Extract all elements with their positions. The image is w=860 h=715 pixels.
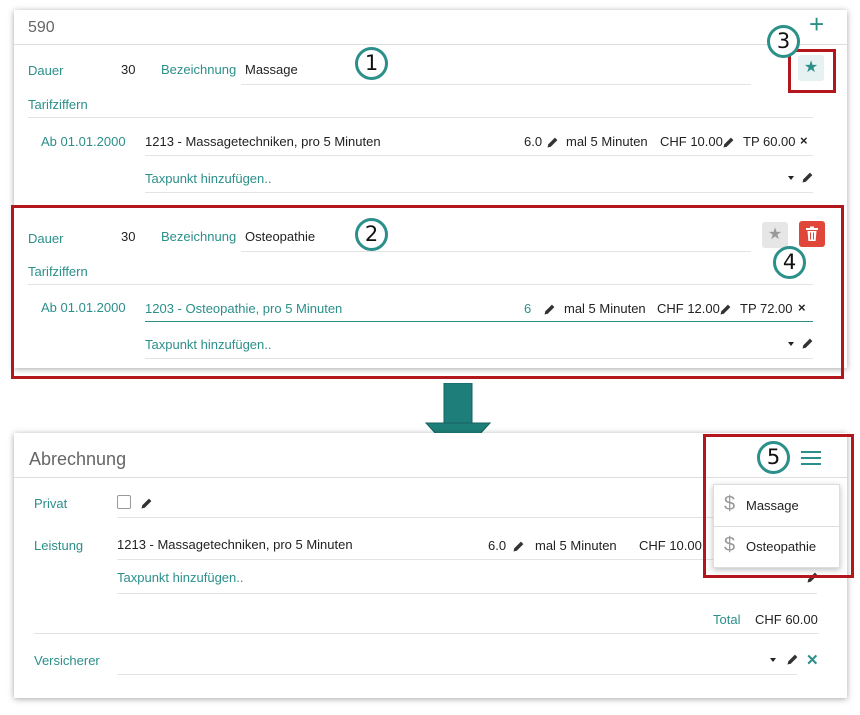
versicherer-label: Versicherer [34, 653, 100, 668]
tarif-underline-1 [145, 155, 813, 156]
leistung-unit: mal 5 Minuten [535, 538, 617, 553]
bezeichnung-input-1[interactable]: Massage [245, 62, 298, 77]
step-badge-5: 5 [757, 441, 790, 474]
highlight-favorite [788, 49, 836, 93]
tarifziffern-divider-1 [28, 117, 813, 118]
bezeichnung-label-1: Bezeichnung [161, 62, 237, 77]
record-id: 590 [28, 19, 55, 36]
valid-from-1: Ab 01.01.2000 [41, 134, 126, 149]
privat-checkbox[interactable] [117, 495, 131, 509]
pencil-icon[interactable] [512, 540, 525, 553]
dropdown-caret-icon[interactable] [770, 658, 776, 662]
dropdown-caret-icon[interactable] [788, 176, 794, 180]
pencil-icon[interactable] [140, 497, 153, 510]
leistung-quantity[interactable]: 6.0 [488, 538, 506, 553]
dauer-input-1[interactable]: 30 [121, 62, 135, 77]
taxpunkt-input-billing[interactable]: Taxpunkt hinzufügen.. [117, 570, 243, 585]
step-badge-1: 1 [355, 47, 388, 80]
total-value: CHF 60.00 [755, 612, 818, 627]
total-label: Total [713, 612, 741, 627]
step-badge-4: 4 [773, 246, 806, 279]
versicherer-underline [117, 674, 797, 675]
privat-label: Privat [34, 496, 68, 511]
pencil-icon[interactable] [722, 136, 735, 149]
step-badge-2: 2 [355, 218, 388, 251]
add-entry-button[interactable]: + [809, 10, 824, 38]
tarifziffern-label-1: Tarifziffern [28, 97, 88, 112]
tp-1: TP 60.00 [743, 134, 796, 149]
privat-underline [117, 517, 717, 518]
dauer-label-1: Dauer [28, 63, 64, 78]
clear-versicherer-button[interactable]: ✕ [806, 651, 819, 669]
unit-1: mal 5 Minuten [566, 134, 648, 149]
tarif-code-1[interactable]: 1213 - Massagetechniken, pro 5 Minuten [145, 134, 381, 149]
remove-tarif-button-1[interactable]: × [800, 133, 808, 148]
taxpunkt-underline-1 [145, 192, 813, 193]
total-divider [34, 633, 819, 634]
bezeichnung-underline-1 [241, 84, 751, 85]
step-badge-3: 3 [767, 25, 800, 58]
billing-title: Abrechnung [29, 449, 127, 469]
taxpunkt-input-1[interactable]: Taxpunkt hinzufügen.. [145, 171, 271, 186]
pencil-icon[interactable] [786, 653, 799, 666]
header-divider [14, 44, 847, 45]
pencil-icon[interactable] [801, 171, 814, 184]
leistung-label: Leistung [34, 538, 84, 553]
price-1: CHF 10.00 [660, 134, 723, 149]
plus-icon: + [809, 9, 825, 39]
leistung-price: CHF 10.00 [639, 538, 702, 553]
taxpunkt-underline-billing [117, 593, 817, 594]
highlight-second-entry [11, 205, 844, 379]
leistung-code[interactable]: 1213 - Massagetechniken, pro 5 Minuten [117, 537, 353, 552]
quantity-1[interactable]: 6.0 [524, 134, 542, 149]
pencil-icon[interactable] [546, 136, 559, 149]
